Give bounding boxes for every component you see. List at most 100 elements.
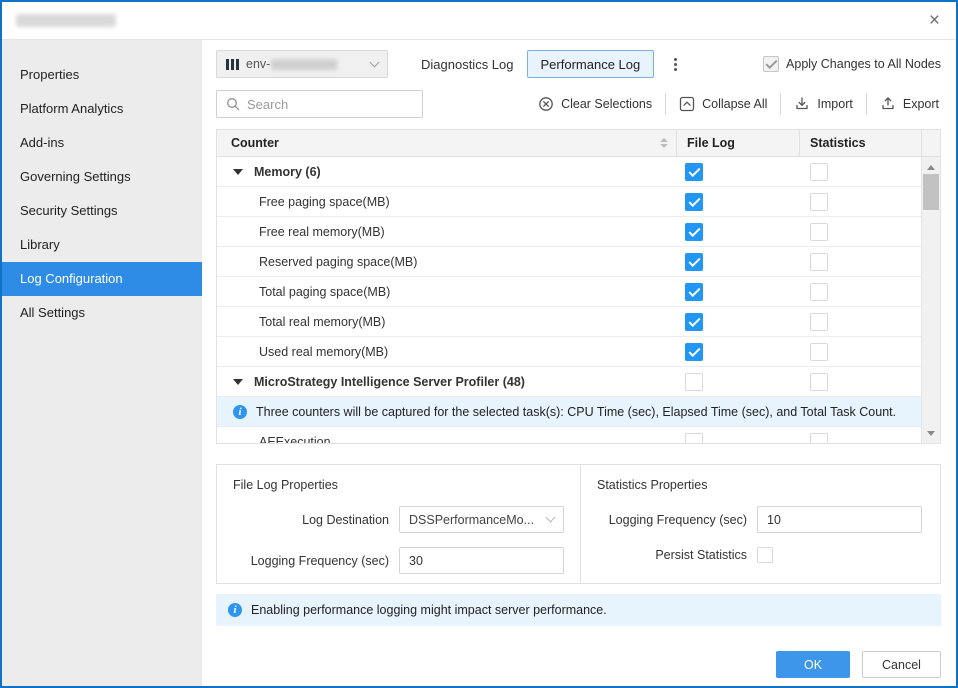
file-log-checkbox[interactable] bbox=[685, 253, 703, 271]
circle-x-icon bbox=[538, 96, 554, 112]
file-log-properties: File Log Properties Log Destination DSSP… bbox=[217, 465, 580, 583]
file-log-checkbox[interactable] bbox=[685, 163, 703, 181]
statistics-checkbox[interactable] bbox=[810, 193, 828, 211]
persist-statistics-checkbox[interactable] bbox=[757, 547, 773, 563]
table-body: Memory (6) Free paging space(MB) Free real… bbox=[217, 157, 940, 443]
chevron-down-icon bbox=[370, 57, 380, 67]
search-icon bbox=[226, 97, 240, 111]
statistics-checkbox[interactable] bbox=[810, 373, 828, 391]
counter-name: MicroStrategy Intelligence Server Profil… bbox=[254, 375, 525, 389]
statistics-checkbox[interactable] bbox=[810, 313, 828, 331]
table-row-group: MicroStrategy Intelligence Server Profil… bbox=[217, 367, 940, 397]
statistics-frequency-label: Logging Frequency (sec) bbox=[597, 513, 747, 527]
sidebar-item-properties[interactable]: Properties bbox=[2, 58, 202, 92]
export-button[interactable]: Export bbox=[866, 93, 941, 115]
file-log-frequency-input[interactable] bbox=[409, 554, 554, 568]
statistics-checkbox[interactable] bbox=[810, 433, 828, 444]
dialog-footer: OK Cancel bbox=[216, 651, 941, 678]
cancel-button[interactable]: Cancel bbox=[862, 651, 941, 678]
window-title-redacted bbox=[16, 14, 116, 27]
dialog-window: × PropertiesPlatform AnalyticsAdd-insGov… bbox=[0, 0, 958, 688]
collapse-icon bbox=[679, 96, 695, 112]
sort-icon[interactable] bbox=[660, 138, 668, 148]
scroll-down-icon[interactable] bbox=[922, 425, 940, 441]
scroll-up-icon[interactable] bbox=[922, 159, 940, 175]
sidebar-item-security-settings[interactable]: Security Settings bbox=[2, 194, 202, 228]
import-button[interactable]: Import bbox=[780, 93, 865, 115]
more-options-icon[interactable] bbox=[670, 54, 681, 75]
apply-all-nodes-checkbox[interactable] bbox=[763, 56, 779, 72]
collapse-caret-icon[interactable] bbox=[233, 379, 243, 385]
statistics-checkbox[interactable] bbox=[810, 343, 828, 361]
sidebar-item-log-configuration[interactable]: Log Configuration bbox=[2, 262, 202, 296]
table-row-counter: Total real memory(MB) bbox=[217, 307, 940, 337]
column-header-counter[interactable]: Counter bbox=[217, 130, 676, 156]
table-actions: Clear Selections Collapse All bbox=[525, 93, 941, 115]
environment-icon bbox=[226, 59, 239, 70]
sidebar-item-add-ins[interactable]: Add-ins bbox=[2, 126, 202, 160]
counter-name: Reserved paging space(MB) bbox=[259, 255, 417, 269]
file-log-checkbox[interactable] bbox=[685, 343, 703, 361]
statistics-properties: Statistics Properties Logging Frequency … bbox=[580, 465, 940, 583]
statistics-checkbox[interactable] bbox=[810, 163, 828, 181]
clear-selections-button[interactable]: Clear Selections bbox=[525, 93, 665, 115]
statistics-checkbox[interactable] bbox=[810, 253, 828, 271]
log-destination-label: Log Destination bbox=[233, 513, 389, 527]
log-tabs: Diagnostics Log Performance Log bbox=[408, 50, 654, 78]
sidebar-item-platform-analytics[interactable]: Platform Analytics bbox=[2, 92, 202, 126]
file-log-checkbox[interactable] bbox=[685, 193, 703, 211]
file-log-checkbox[interactable] bbox=[685, 223, 703, 241]
collapse-all-button[interactable]: Collapse All bbox=[665, 93, 780, 115]
chevron-down-icon bbox=[546, 513, 556, 523]
table-row-counter: Total paging space(MB) bbox=[217, 277, 940, 307]
file-log-checkbox[interactable] bbox=[685, 313, 703, 331]
counters-table: Counter File Log Statistics Memory (6) Fr… bbox=[216, 129, 941, 444]
log-destination-select[interactable]: DSSPerformanceMo... bbox=[399, 506, 564, 533]
file-log-checkbox[interactable] bbox=[685, 283, 703, 301]
tab-diagnostics-log[interactable]: Diagnostics Log bbox=[408, 50, 527, 78]
counter-name: Free real memory(MB) bbox=[259, 225, 385, 239]
table-row-group: Memory (6) bbox=[217, 157, 940, 187]
file-log-frequency-label: Logging Frequency (sec) bbox=[233, 554, 389, 568]
statistics-checkbox[interactable] bbox=[810, 283, 828, 301]
apply-all-nodes: Apply Changes to All Nodes bbox=[763, 56, 941, 72]
apply-all-nodes-label: Apply Changes to All Nodes bbox=[786, 57, 941, 71]
sidebar-item-governing-settings[interactable]: Governing Settings bbox=[2, 160, 202, 194]
log-destination-value: DSSPerformanceMo... bbox=[409, 513, 534, 527]
export-icon bbox=[880, 96, 896, 112]
import-label: Import bbox=[817, 97, 852, 111]
file-log-checkbox[interactable] bbox=[685, 433, 703, 444]
search-box bbox=[216, 90, 423, 118]
table-row-counter: Used real memory(MB) bbox=[217, 337, 940, 367]
environment-name: env- bbox=[246, 57, 270, 71]
collapse-caret-icon[interactable] bbox=[233, 169, 243, 175]
info-icon: i bbox=[233, 405, 247, 419]
settings-sidebar: PropertiesPlatform AnalyticsAdd-insGover… bbox=[2, 40, 202, 686]
vertical-scrollbar[interactable] bbox=[921, 157, 940, 443]
table-row-counter: Free real memory(MB) bbox=[217, 217, 940, 247]
file-log-checkbox[interactable] bbox=[685, 373, 703, 391]
statistics-frequency-input[interactable] bbox=[767, 513, 912, 527]
table-header: Counter File Log Statistics bbox=[217, 130, 940, 157]
title-bar: × bbox=[2, 2, 956, 40]
counter-name: Free paging space(MB) bbox=[259, 195, 390, 209]
info-row-text: Three counters will be captured for the … bbox=[256, 405, 896, 419]
ok-button[interactable]: OK bbox=[776, 651, 850, 678]
table-row-counter: Reserved paging space(MB) bbox=[217, 247, 940, 277]
search-input[interactable] bbox=[247, 97, 413, 112]
counter-name: Total paging space(MB) bbox=[259, 285, 390, 299]
info-icon: i bbox=[228, 603, 242, 617]
statistics-checkbox[interactable] bbox=[810, 223, 828, 241]
tab-performance-log[interactable]: Performance Log bbox=[527, 50, 655, 78]
environment-name-redacted bbox=[271, 59, 337, 70]
column-header-statistics: Statistics bbox=[799, 130, 921, 156]
statistics-frequency-field-wrap bbox=[757, 506, 922, 533]
main-panel: env- Diagnostics Log Performance Log App… bbox=[202, 40, 956, 686]
environment-selector[interactable]: env- bbox=[216, 50, 388, 78]
properties-panel: File Log Properties Log Destination DSSP… bbox=[216, 464, 941, 584]
sidebar-item-library[interactable]: Library bbox=[2, 228, 202, 262]
sidebar-item-all-settings[interactable]: All Settings bbox=[2, 296, 202, 330]
import-icon bbox=[794, 96, 810, 112]
close-icon[interactable]: × bbox=[929, 11, 940, 30]
scrollbar-thumb[interactable] bbox=[923, 174, 939, 210]
